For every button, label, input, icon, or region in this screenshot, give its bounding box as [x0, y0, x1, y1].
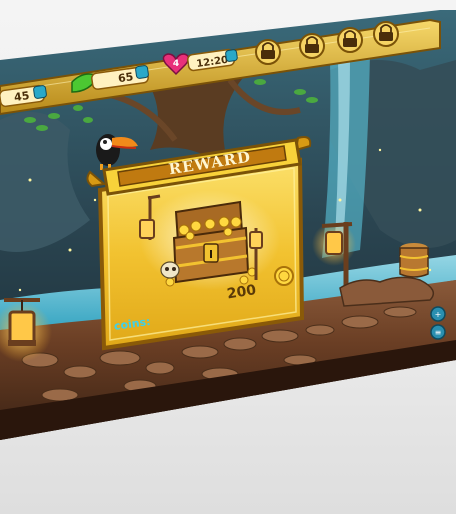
svg-text:≡: ≡	[435, 328, 442, 337]
side-button-top[interactable]: +	[430, 306, 446, 322]
lock-button-3[interactable]	[337, 27, 363, 53]
side-button-bottom[interactable]: ≡	[430, 324, 446, 340]
plus-icon[interactable]	[135, 65, 149, 79]
lock-button-1[interactable]	[255, 39, 281, 65]
stat2-value: 65	[117, 70, 134, 85]
reward-popup: REWARD 200	[86, 136, 312, 351]
plus-icon[interactable]	[225, 49, 238, 62]
lock-button-2[interactable]	[299, 33, 325, 59]
plus-icon[interactable]	[33, 85, 47, 99]
svg-text:+: +	[435, 310, 442, 319]
lock-button-4[interactable]	[373, 21, 399, 47]
skull-icon	[160, 261, 180, 279]
barrel-icon	[399, 243, 429, 278]
coin-icon	[274, 266, 294, 286]
heart-count: 4	[173, 59, 179, 69]
stat1-value: 45	[13, 89, 30, 104]
